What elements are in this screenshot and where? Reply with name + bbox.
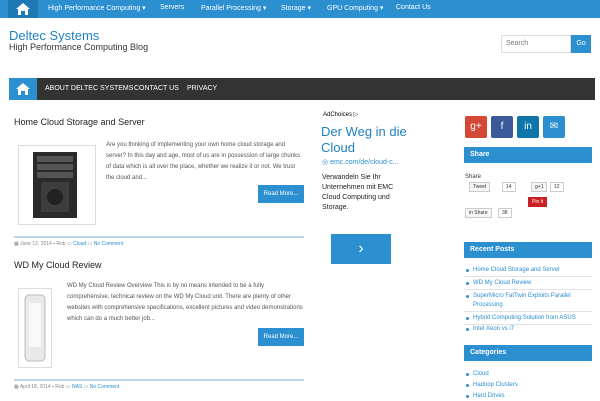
post-title[interactable]: WD My Cloud Review bbox=[14, 260, 102, 270]
recent-post-link[interactable]: Home Cloud Storage and Server bbox=[473, 266, 595, 275]
post-author[interactable]: Rob bbox=[56, 241, 65, 247]
topnav-item-parallel[interactable]: Parallel Processing ▾ bbox=[201, 4, 266, 12]
categories-heading: Categories bbox=[464, 345, 592, 361]
recent-post-link[interactable]: WD My Cloud Review bbox=[473, 279, 595, 288]
topnav-item-servers[interactable]: Servers bbox=[160, 4, 184, 11]
category-link[interactable]: Hadoop Clusters bbox=[473, 381, 595, 390]
post-meta: ▦ June 12, 2014 ▪ Rob ▭ Cloud ▭ No Comme… bbox=[14, 241, 123, 247]
topnav-item-hpc[interactable]: High Performance Computing ▾ bbox=[48, 4, 146, 12]
list-bullet bbox=[466, 395, 469, 398]
top-navigation-bar: High Performance Computing ▾ Servers Par… bbox=[0, 0, 600, 18]
list-bullet bbox=[466, 328, 469, 331]
globe-icon: ◎ bbox=[322, 159, 331, 166]
linkedin-share-button[interactable]: in Share bbox=[465, 208, 492, 218]
share-widget-heading: Share bbox=[464, 147, 592, 163]
tweet-button[interactable]: Tweet bbox=[469, 182, 491, 192]
home-icon[interactable] bbox=[9, 78, 37, 100]
search-button[interactable]: Go bbox=[571, 35, 591, 53]
ad-arrow-button[interactable]: › bbox=[331, 234, 391, 264]
site-tagline: High Performance Computing Blog bbox=[9, 42, 149, 52]
list-bullet bbox=[466, 384, 469, 387]
read-more-button[interactable]: Read More... bbox=[258, 185, 304, 203]
mainnav-item-privacy[interactable]: PRIVACY bbox=[187, 85, 217, 92]
tweet-count: 14 bbox=[502, 182, 516, 192]
wd-cloud-thumbnail-image[interactable] bbox=[18, 288, 52, 368]
topnav-item-storage[interactable]: Storage ▾ bbox=[281, 4, 311, 12]
search-input[interactable]: Search bbox=[501, 35, 571, 53]
post-comments[interactable]: No Comment bbox=[94, 241, 123, 247]
linkedin-icon[interactable]: in bbox=[517, 116, 539, 138]
divider bbox=[464, 276, 592, 277]
google-plus-one-button[interactable]: g+1 bbox=[531, 182, 548, 192]
home-icon[interactable] bbox=[8, 0, 38, 18]
recent-post-link[interactable]: SuperMicro FatTwin Exploits Parallel Pro… bbox=[473, 292, 595, 310]
list-bullet bbox=[466, 373, 469, 376]
post-category[interactable]: NAS bbox=[72, 384, 82, 390]
topnav-item-contact[interactable]: Contact Us bbox=[396, 4, 431, 11]
pinterest-button[interactable]: Pin it bbox=[528, 197, 548, 207]
list-bullet bbox=[466, 317, 469, 320]
ad-headline[interactable]: Der Weg in die Cloud bbox=[321, 124, 431, 156]
linkedin-share-count: 38 bbox=[498, 208, 512, 218]
list-bullet bbox=[466, 282, 469, 285]
list-bullet bbox=[466, 295, 469, 298]
post-date: June 12, 2014 bbox=[20, 241, 52, 247]
facebook-icon[interactable]: f bbox=[491, 116, 513, 138]
site-title[interactable]: Deltec Systems bbox=[9, 28, 99, 43]
divider bbox=[464, 289, 592, 290]
adchoices-label[interactable]: AdChoices ▷ bbox=[323, 111, 358, 118]
recent-post-link[interactable]: Hybrid Computing Solution from ASUS bbox=[473, 314, 595, 323]
share-label: Share bbox=[465, 174, 482, 180]
recent-post-link[interactable]: Intel Xeon vs i7 bbox=[473, 325, 595, 334]
post-divider bbox=[14, 379, 304, 381]
post-title[interactable]: Home Cloud Storage and Server bbox=[14, 117, 145, 127]
post-date: April 18, 2014 bbox=[19, 384, 51, 390]
post-meta: ▦ April 18, 2014 ▪ Rob ▭ NAS ▭ No Commen… bbox=[14, 384, 119, 390]
server-thumbnail-image[interactable] bbox=[18, 145, 96, 225]
post-comments[interactable]: No Comment bbox=[90, 384, 119, 390]
recent-posts-heading: Recent Posts bbox=[464, 242, 592, 258]
mainnav-item-contact[interactable]: CONTACT US bbox=[134, 85, 179, 92]
read-more-button[interactable]: Read More... bbox=[258, 328, 304, 346]
google-plus-icon[interactable]: g+ bbox=[465, 116, 487, 138]
ad-url-text[interactable]: emc.com/de/cloud-c... bbox=[330, 159, 398, 166]
email-icon[interactable]: ✉ bbox=[543, 116, 565, 138]
google-plus-count: 12 bbox=[550, 182, 564, 192]
divider bbox=[464, 311, 592, 312]
topnav-item-gpu[interactable]: GPU Computing ▾ bbox=[327, 4, 383, 12]
post-author[interactable]: Rob bbox=[55, 384, 64, 390]
main-navigation-bar: ABOUT DELTEC SYSTEMS CONTACT US PRIVACY bbox=[9, 78, 595, 100]
post-excerpt: WD My Cloud Review Overview This is by n… bbox=[67, 283, 303, 322]
post-excerpt: Are you thinking of implementing your ow… bbox=[106, 142, 301, 181]
category-link[interactable]: Cloud bbox=[473, 370, 595, 379]
mainnav-item-about[interactable]: ABOUT DELTEC SYSTEMS bbox=[45, 85, 133, 92]
ad-body-text: Verwandeln Sie Ihr Unternehmen mit EMC C… bbox=[322, 174, 394, 211]
post-divider bbox=[14, 236, 304, 238]
post-category[interactable]: Cloud bbox=[73, 241, 86, 247]
list-bullet bbox=[466, 269, 469, 272]
ad-url[interactable]: ◎ emc.com/de/cloud-c... bbox=[322, 158, 399, 166]
